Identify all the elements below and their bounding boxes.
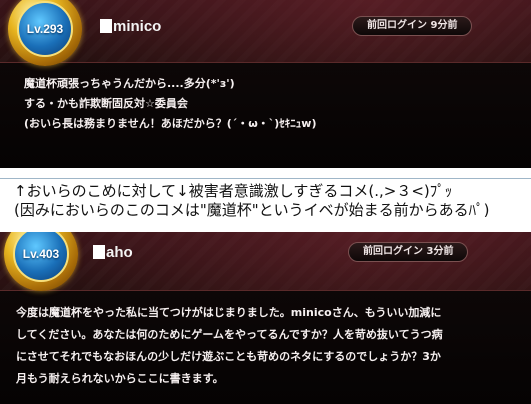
level-text: Lv.403 [22,247,60,261]
level-badge-inner: Lv.403 [13,232,69,282]
redaction-mask [93,245,105,259]
post-line: する・かも詐欺断固反対☆委員会 [24,97,188,110]
post-text: 今度は魔道杯をやった私に当てつけがはじまりました。minicoさん、もういい加減… [16,302,516,390]
post-line: にさせてそれでもなおほんの少しだけ遊ぶことも苛めのネタにするのでしょうか？3か [16,350,441,363]
username-text: aho [106,244,133,261]
post-card-aho: Lv.403 aho 前回ログイン 3分前 今度は魔道杯をやった私に当てつけがは… [0,232,531,404]
last-login-badge: 前回ログイン 3分前 [348,242,469,262]
username[interactable]: minico [100,18,161,35]
post-line: 月もう耐えられないからここに書きます。 [16,372,224,385]
username[interactable]: aho [93,244,133,261]
post-line: 今度は魔道杯をやった私に当てつけがはじまりました。minicoさん、もういい加減… [16,306,442,319]
post-card-minico: Lv.293 minico 前回ログイン 9分前 魔道杯頑張っちゃうんだから..… [0,0,531,168]
caption-annotation: ↑おいらのこめに対して↓被害者意識激しすぎるコメ(.,>３<)ﾌﾟｯ (因みにお… [0,168,531,232]
level-text: Lv.293 [26,22,64,36]
post-text: 魔道杯頑張っちゃうんだから....多分(*'з') する・かも詐欺断固反対☆委員… [24,74,514,134]
redaction-mask [100,19,112,33]
post-line: してください。あなたは何のためにゲームをやってるんですか？人を苛め抜いてうつ病 [16,328,443,341]
last-login-badge: 前回ログイン 9分前 [352,16,473,36]
level-badge-inner: Lv.293 [17,1,73,57]
divider [0,178,531,179]
post-line: 魔道杯頑張っちゃうんだから....多分(*'з') [24,77,235,90]
username-text: minico [113,18,162,35]
post-line: (おいら長は務まりません！あほだから？(´・ω・`)ｾｷﾆｭw) [24,117,317,130]
caption-line-2: (因みにおいらのこのコメは"魔道杯"というイベが始まる前からあるﾊﾟ) [14,201,490,219]
caption-line-1: ↑おいらのこめに対して↓被害者意識激しすぎるコメ(.,>３<)ﾌﾟｯ [14,182,453,200]
